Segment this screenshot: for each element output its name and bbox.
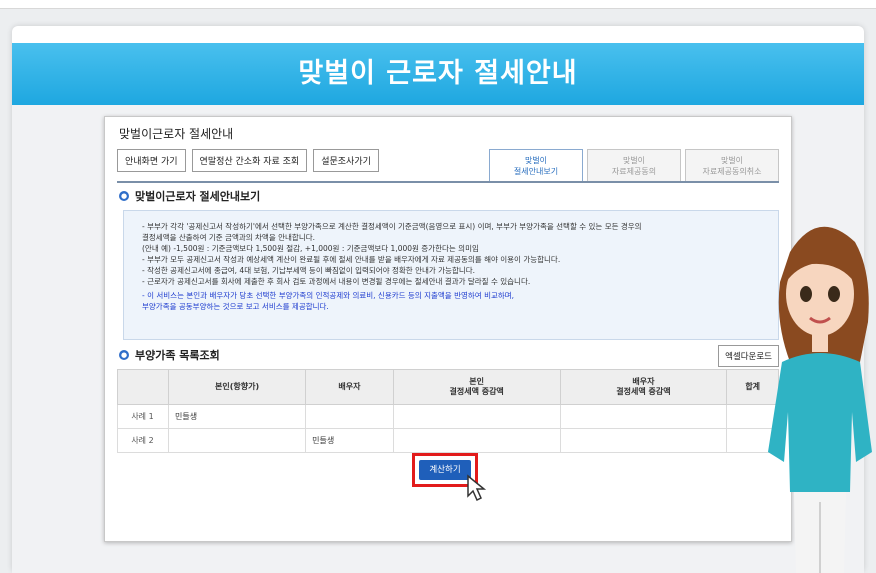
- info-line: - 작성한 공제신고서에 종급여, 4대 보험, 기납부세액 등이 빠짐없이 입…: [142, 266, 476, 275]
- info-line: - 부부가 모두 공제신고서 작성과 예상세액 계산이 완료될 후에 절세 안내…: [142, 255, 561, 264]
- tab-line2: 절세안내보기: [513, 167, 559, 176]
- guide-screen-button[interactable]: 안내화면 가기: [117, 149, 186, 172]
- case-label: 사례 2: [117, 428, 169, 453]
- table-header-cell: 본인(항향가): [167, 369, 307, 405]
- bullet-circle-icon: ●: [119, 191, 129, 201]
- tab-divider: [117, 181, 779, 183]
- dependents-table: 본인(항향가) 배우자 본인 결정세액 증감액 배우자 결정세액 증감액 합계 …: [117, 369, 779, 453]
- table-cell: [392, 404, 561, 429]
- banner-title: 맞벌이 근로자 절세안내: [298, 58, 578, 89]
- top-border-strip: [0, 0, 876, 9]
- table-header-cell: 본인 결정세액 증감액: [392, 369, 561, 405]
- section-dependents-title: 부양가족 목록조회: [135, 349, 220, 362]
- section-guide-header: ● 맞벌이근로자 절세안내보기: [119, 188, 260, 204]
- section-guide-title: 맞벌이근로자 절세안내보기: [135, 190, 261, 203]
- info-line: - 부부가 각각 '공제신고서 작성하기'에서 선택한 부양가족으로 계산한 결…: [142, 222, 642, 231]
- tab-line2: 자료제공동의: [611, 167, 657, 176]
- table-header-cell: 배우자 결정세액 증감액: [559, 369, 728, 405]
- tab-line1: 맞벌이: [524, 156, 548, 165]
- mouse-pointer-icon: [467, 474, 487, 502]
- table-cell: [392, 428, 561, 453]
- case-label: 사례 1: [117, 404, 169, 429]
- table-header-cell: [117, 369, 169, 405]
- panel-button-group: 안내화면 가기 연말정산 간소화 자료 조회 설문조사가기: [117, 149, 379, 172]
- table-cell[interactable]: [305, 404, 394, 429]
- table-cell[interactable]: 민들생: [305, 428, 394, 453]
- panel-title: 맞벌이근로자 절세안내: [119, 127, 234, 141]
- table-header-cell: 배우자: [305, 369, 394, 405]
- info-line: (안내 예) -1,500원 : 기준금액보다 1,500원 절감, +1,00…: [142, 244, 479, 253]
- table-row[interactable]: 사례 1 민들생: [117, 404, 779, 429]
- tab-bar: 맞벌이 절세안내보기 맞벌이 자료제공동의 맞벌이 자료제공동의취소: [489, 149, 779, 182]
- info-line: 결정세액을 산출하여 기준 금액과의 차액을 안내합니다.: [142, 233, 316, 242]
- tab-line2: 자료제공동의취소: [702, 167, 762, 176]
- survey-button[interactable]: 설문조사가기: [313, 149, 379, 172]
- table-cell[interactable]: 민들생: [167, 404, 307, 429]
- info-line: - 근로자가 공제신고서를 회사에 제출한 후 회사 검토 과정에서 내용이 변…: [142, 277, 531, 286]
- info-blue-line: 부양가족을 공동부양하는 것으로 보고 서비스를 제공합니다.: [142, 302, 329, 311]
- bullet-circle-icon: ●: [119, 350, 129, 360]
- tab-line1: 맞벌이: [720, 156, 744, 165]
- calculate-button[interactable]: 계산하기: [419, 460, 471, 480]
- tab-consent-cancel[interactable]: 맞벌이 자료제공동의취소: [685, 149, 779, 182]
- table-cell[interactable]: [167, 428, 307, 453]
- table-header-row: 본인(항향가) 배우자 본인 결정세액 증감액 배우자 결정세액 증감액 합계: [117, 369, 779, 405]
- title-banner: 맞벌이 근로자 절세안내: [12, 43, 864, 105]
- tab-line1: 맞벌이: [622, 156, 646, 165]
- simplified-data-lookup-button[interactable]: 연말정산 간소화 자료 조회: [191, 149, 308, 172]
- info-box: - 부부가 각각 '공제신고서 작성하기'에서 선택한 부양가족으로 계산한 결…: [123, 210, 779, 340]
- section-dependents-header: ● 부양가족 목록조회: [119, 347, 220, 363]
- info-blue-line: - 이 서비스는 본인과 배우자가 당초 선택한 부양가족의 인적공제와 의료비…: [142, 291, 515, 300]
- tab-tax-saving-guide[interactable]: 맞벌이 절세안내보기: [489, 149, 583, 182]
- table-row[interactable]: 사례 2 민들생: [117, 428, 779, 453]
- tab-data-consent[interactable]: 맞벌이 자료제공동의: [587, 149, 681, 182]
- table-cell: [559, 428, 728, 453]
- table-cell: [559, 404, 728, 429]
- cartoon-woman-illustration: [768, 226, 872, 573]
